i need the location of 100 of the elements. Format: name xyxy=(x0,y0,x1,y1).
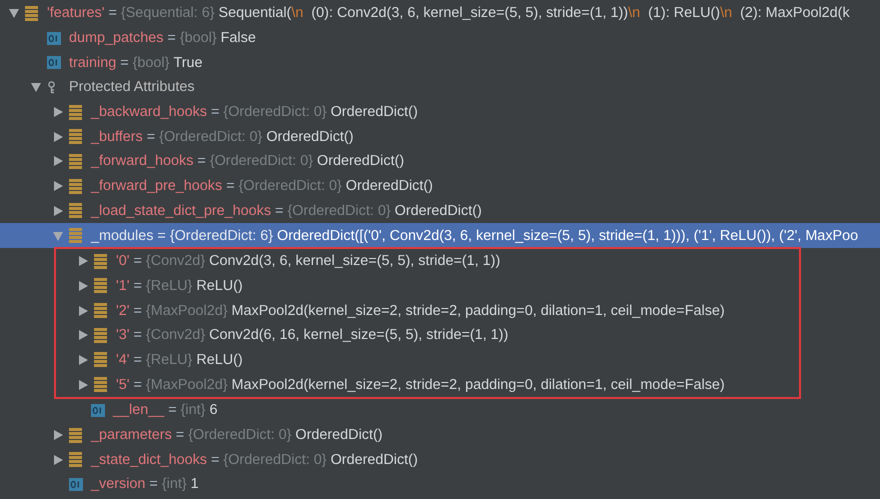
tree-row[interactable]: dump_patches = {bool} False xyxy=(0,26,880,50)
variable-name: training xyxy=(69,54,116,71)
tree-row[interactable]: _load_state_dict_pre_hooks = {OrderedDict: 0} OrderedDict() xyxy=(0,198,880,224)
equals-sign: = xyxy=(134,327,142,344)
variable-value: ReLU() xyxy=(196,352,243,368)
stack-icon xyxy=(69,228,82,244)
expand-arrow-icon[interactable] xyxy=(78,354,88,365)
expand-arrow-icon[interactable] xyxy=(78,380,88,390)
equals-sign: = xyxy=(226,178,235,194)
expand-arrow-icon[interactable] xyxy=(53,206,63,216)
variable-type: {bool} xyxy=(180,30,217,46)
variable-type: {Conv2d} xyxy=(146,327,206,344)
tree-row[interactable]: _version = {int} 1 xyxy=(0,472,880,497)
variable-value: Conv2d(6, 16, kernel_size=(5, 5), stride=(1, 1)) xyxy=(209,327,508,344)
variable-value: Sequential( xyxy=(218,5,292,22)
stack-icon xyxy=(94,377,107,392)
collapse-arrow-icon[interactable] xyxy=(31,82,41,92)
variable-name: __len__ xyxy=(113,402,164,418)
equals-sign: = xyxy=(176,427,184,444)
tree-row[interactable]: '1' = {ReLU} ReLU() xyxy=(69,274,799,298)
variable-type: {MaxPool2d} xyxy=(146,302,228,319)
expand-arrow-icon[interactable] xyxy=(78,330,88,340)
tree-row[interactable]: _state_dict_hooks = {OrderedDict: 0} OrderedDict() xyxy=(0,447,880,472)
variable-name: 'features' xyxy=(47,5,104,22)
variable-type: {OrderedDict: 0} xyxy=(287,202,391,219)
equals-sign: = xyxy=(167,30,176,46)
variable-type: {Conv2d} xyxy=(146,253,206,270)
variable-value: 1 xyxy=(190,476,199,492)
collapse-arrow-icon[interactable] xyxy=(9,8,19,18)
tree-row[interactable]: 'features' = {Sequential: 6} Sequential(\n (0): Conv2d(3, 6, kernel_size=(5, 5), stride=(1, 1))\n (1): ReLU()\n (2): MaxPool2d(k xyxy=(0,1,880,26)
tree-row[interactable]: _parameters = {OrderedDict: 0} OrderedDict() xyxy=(0,422,880,448)
expand-arrow-icon[interactable] xyxy=(53,132,63,142)
tree-row[interactable]: _forward_hooks = {OrderedDict: 0} OrderedDict() xyxy=(0,149,880,174)
variable-type: {bool} xyxy=(132,54,170,71)
expand-arrow-icon[interactable] xyxy=(53,430,63,440)
stack-icon xyxy=(69,452,82,468)
expand-arrow-icon[interactable] xyxy=(78,306,88,316)
tree-row[interactable]: __len__ = {int} 6 xyxy=(0,398,880,423)
equals-sign: = xyxy=(211,104,220,120)
escape-sequence: \n xyxy=(628,5,640,22)
variable-value: OrderedDict() xyxy=(394,202,482,219)
variable-value: Conv2d(3, 6, kernel_size=(5, 5), stride=(1, 1)) xyxy=(209,253,500,270)
binary-value-icon xyxy=(69,478,83,491)
escape-sequence: \n xyxy=(720,5,732,22)
variable-name: dump_patches xyxy=(69,30,164,46)
variable-name: _load_state_dict_pre_hooks xyxy=(91,202,272,219)
expand-arrow-icon[interactable] xyxy=(53,156,63,166)
variable-type: {OrderedDict: 0} xyxy=(188,427,292,444)
equals-sign: = xyxy=(134,302,142,319)
tree-row[interactable]: '4' = {ReLU} ReLU() xyxy=(69,348,799,372)
equals-sign: = xyxy=(134,278,142,294)
expand-arrow-icon[interactable] xyxy=(53,107,63,118)
stack-icon xyxy=(69,154,82,169)
expand-arrow-icon[interactable] xyxy=(78,256,88,266)
tree-row[interactable]: '0' = {Conv2d} Conv2d(3, 6, kernel_size=(5, 5), stride=(1, 1)) xyxy=(69,248,799,274)
variable-name: _backward_hooks xyxy=(91,104,207,120)
variable-value: True xyxy=(173,54,202,71)
key-icon xyxy=(47,80,56,94)
stack-icon xyxy=(69,428,82,443)
variable-name: _forward_hooks xyxy=(91,153,194,170)
variable-name: '5' xyxy=(116,376,130,393)
equals-sign: = xyxy=(211,452,220,468)
variable-type: {OrderedDict: 0} xyxy=(223,104,327,120)
variable-type: {OrderedDict: 0} xyxy=(210,153,313,170)
tree-row[interactable]: _backward_hooks = {OrderedDict: 0} OrderedDict() xyxy=(0,100,880,124)
equals-sign: = xyxy=(146,128,156,145)
expand-arrow-icon[interactable] xyxy=(53,181,63,192)
tree-row[interactable]: Protected Attributes xyxy=(0,75,880,100)
tree-row[interactable]: _buffers = {OrderedDict: 0} OrderedDict() xyxy=(0,124,880,150)
variable-type: {OrderedDict: 0} xyxy=(159,128,262,145)
variable-name: '0' xyxy=(116,253,130,270)
tree-row[interactable]: _forward_pre_hooks = {OrderedDict: 0} OrderedDict() xyxy=(0,174,880,198)
group-label: Protected Attributes xyxy=(69,79,195,96)
tree-row[interactable]: training = {bool} True xyxy=(0,50,880,76)
stack-icon xyxy=(94,254,107,269)
tree-row[interactable]: '3' = {Conv2d} Conv2d(6, 16, kernel_size=(5, 5), stride=(1, 1)) xyxy=(69,322,799,348)
equals-sign: = xyxy=(157,228,166,244)
variable-name: '4' xyxy=(116,352,130,368)
variable-value: 6 xyxy=(209,402,218,418)
variable-value: OrderedDict() xyxy=(346,178,433,194)
stack-icon xyxy=(69,104,82,120)
stack-icon xyxy=(25,6,38,21)
variable-value: False xyxy=(220,30,256,46)
variable-value: OrderedDict() xyxy=(317,153,404,170)
variable-type: {MaxPool2d} xyxy=(146,376,228,393)
expand-arrow-icon[interactable] xyxy=(53,454,63,465)
selected-tree-row[interactable]: _modules = {OrderedDict: 6} OrderedDict([('0', Conv2d(3, 6, kernel_size=(5, 5), stride=(1, 1))), ('1', ReLU()), ('2', MaxPoo xyxy=(0,223,880,248)
variable-value: OrderedDict() xyxy=(295,427,383,444)
variable-name: _buffers xyxy=(91,128,143,145)
variable-type: {Sequential: 6} xyxy=(120,5,215,22)
expand-arrow-icon[interactable] xyxy=(78,280,88,291)
variable-name: _forward_pre_hooks xyxy=(91,178,222,194)
equals-sign: = xyxy=(134,253,142,270)
tree-row[interactable]: '2' = {MaxPool2d} MaxPool2d(kernel_size=2, stride=2, padding=0, dilation=1, ceil_mode=False) xyxy=(69,298,799,323)
equals-sign: = xyxy=(275,202,284,219)
equals-sign: = xyxy=(134,376,142,393)
variable-value: OrderedDict() xyxy=(330,452,418,468)
variable-name: _parameters xyxy=(91,427,172,444)
variable-type: {OrderedDict: 0} xyxy=(223,452,327,468)
tree-row[interactable]: '5' = {MaxPool2d} MaxPool2d(kernel_size=2, stride=2, padding=0, dilation=1, ceil_mode=False) xyxy=(69,372,799,397)
